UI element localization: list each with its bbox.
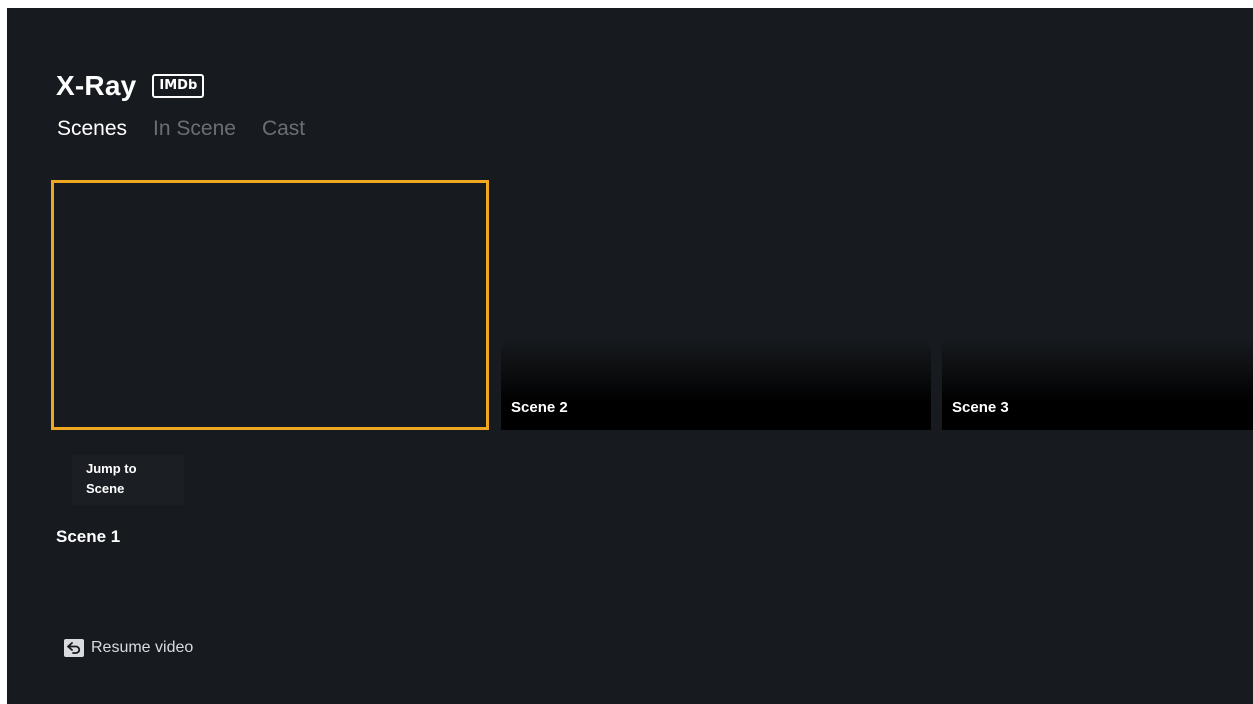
imdb-logo-badge: IMDb: [152, 74, 205, 98]
tab-in-scene[interactable]: In Scene: [153, 117, 236, 141]
focused-scene-title: Scene 1: [56, 527, 121, 546]
tab-bar: Scenes In Scene Cast: [57, 117, 305, 141]
xray-screen: X-Ray IMDb Scenes In Scene Cast Scene 2 …: [7, 8, 1253, 704]
tab-cast[interactable]: Cast: [262, 117, 305, 141]
thumbnail-gradient: [501, 340, 931, 430]
jump-button-line-1: Jump to: [86, 461, 137, 476]
thumbnail-gradient: [942, 340, 1253, 430]
scene-card-label: Scene 3: [952, 399, 1009, 416]
jump-to-scene-button[interactable]: Jump to Scene: [72, 455, 184, 505]
jump-button-line-2: Scene: [86, 481, 125, 496]
tab-scenes[interactable]: Scenes: [57, 117, 127, 141]
resume-video-label: Resume video: [91, 639, 194, 656]
scene-card-1[interactable]: [51, 180, 489, 430]
scene-card-label: Scene 2: [511, 399, 568, 416]
page-title: X-Ray: [56, 70, 137, 101]
scene-card-3[interactable]: Scene 3: [942, 180, 1253, 430]
header: X-Ray IMDb: [56, 70, 205, 102]
back-button-icon: [64, 639, 84, 657]
resume-video-hint[interactable]: Resume video: [64, 639, 193, 657]
scene-card-2[interactable]: Scene 2: [501, 180, 931, 430]
